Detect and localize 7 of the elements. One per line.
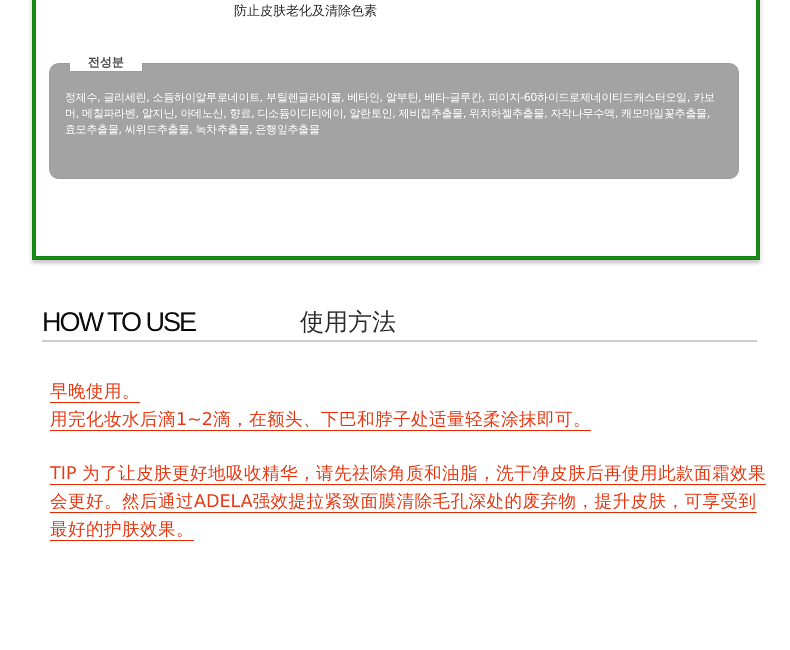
instruction-text: 早晚使用。 <box>50 381 141 404</box>
section-title-chinese: 使用方法 <box>300 307 396 338</box>
instruction-text: 用完化妆水后滴1~2滴，在额头、下巴和脖子处适量轻柔涂抹即可。 <box>50 409 592 432</box>
instruction-text: TIP 为了让皮肤更好地吸收精华，请先祛除角质和油脂，洗干净皮肤后再使用此款面霜效果会更好。然后通过ADELA强效提拉紧致面膜清除毛孔深处的废弃物，提升皮肤，可享受到最好的护肤效果。 <box>50 463 767 542</box>
feature-text: 防止皮肤老化及清除色素 <box>234 4 377 20</box>
section-title: HOW TO USE <box>42 307 197 338</box>
ingredients-text: 정제수, 글리세린, 소듐하이알루로네이트, 부틸렌글라이콜, 베타인, 알부틴, 베타-글루칸, 피이지-60하이드로제네이티드캐스터오일, 카보머, 메칠파라벤, 알지닌, 아데노신, 향료, 디소듐이디티에이, 알란토인, 제비집추출물, 위치하젤추출물, 자작나무수액, 캐모마일꽃추출물, 효모추출물, 씨위드추출물, 녹차추출물, 은행잎추출물 <box>65 90 716 138</box>
